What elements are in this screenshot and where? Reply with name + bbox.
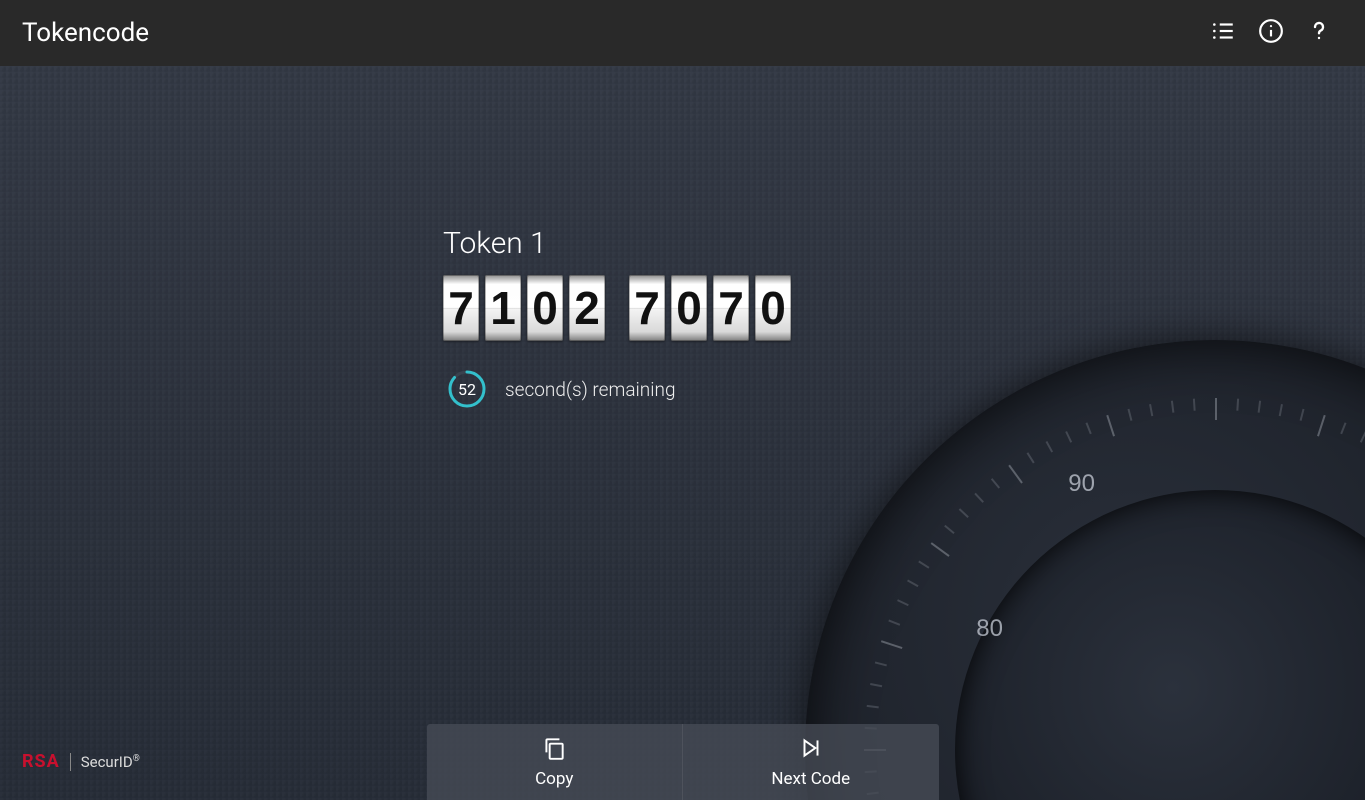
tokencode-digit: 0	[671, 275, 707, 341]
tokencode-digit: 0	[755, 275, 791, 341]
logo-separator	[70, 753, 71, 771]
countdown-seconds: 52	[447, 369, 487, 409]
countdown-label: second(s) remaining	[505, 378, 676, 401]
token-list-button[interactable]	[1199, 9, 1247, 57]
next-icon	[798, 735, 824, 765]
copy-icon	[541, 735, 567, 765]
help-icon	[1307, 19, 1331, 47]
action-bar: Copy Next Code	[427, 724, 939, 800]
token-name: Token 1	[443, 226, 791, 261]
app-header: Tokencode	[0, 0, 1365, 66]
countdown: 52 second(s) remaining	[447, 369, 791, 409]
tokencode-digit: 2	[569, 275, 605, 341]
info-icon	[1258, 18, 1284, 48]
copy-button[interactable]: Copy	[427, 724, 683, 800]
info-button[interactable]	[1247, 9, 1295, 57]
next-code-button[interactable]: Next Code	[682, 724, 939, 800]
tokencode-digit: 0	[527, 275, 563, 341]
tokencode-digit: 1	[485, 275, 521, 341]
token-area: Token 1 7 1 0 2 7 0 7 0 52	[443, 226, 791, 409]
tokencode-display: 7 1 0 2 7 0 7 0	[443, 275, 791, 341]
main-content: Token 1 7 1 0 2 7 0 7 0 52	[0, 66, 1365, 800]
next-code-label: Next Code	[771, 769, 850, 789]
copy-label: Copy	[535, 769, 573, 789]
tokencode-digit: 7	[629, 275, 665, 341]
page-title: Tokencode	[22, 18, 149, 48]
rsa-securid-logo: RSA SecurID®	[22, 751, 140, 772]
tokencode-digit: 7	[443, 275, 479, 341]
help-button[interactable]	[1295, 9, 1343, 57]
logo-rsa: RSA	[22, 751, 60, 772]
countdown-ring: 52	[447, 369, 487, 409]
logo-securid: SecurID®	[81, 753, 140, 771]
tokencode-digit: 7	[713, 275, 749, 341]
list-icon	[1210, 18, 1236, 48]
